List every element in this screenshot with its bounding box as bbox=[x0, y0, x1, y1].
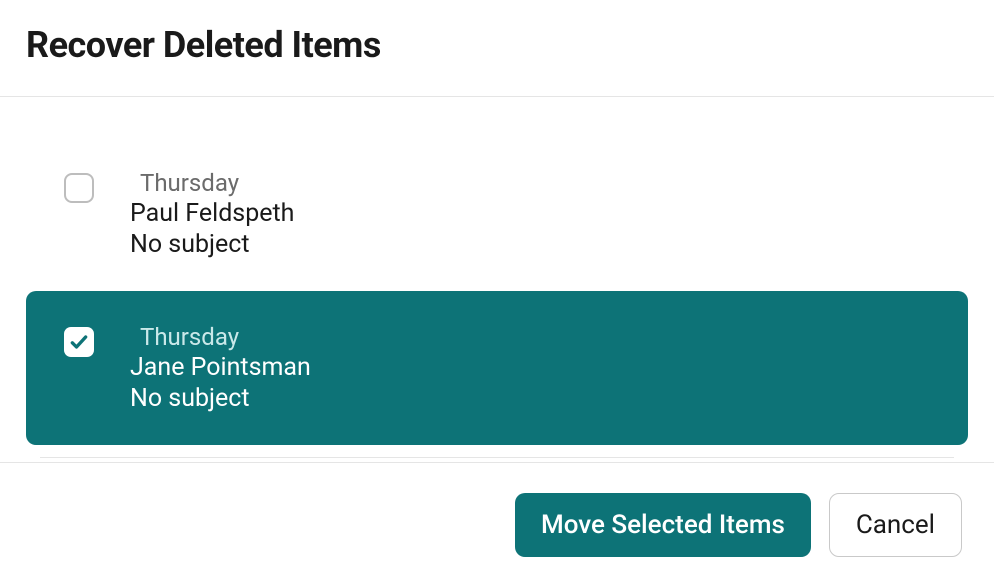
item-subject: No subject bbox=[130, 230, 294, 259]
dialog-footer: Move Selected Items Cancel bbox=[0, 462, 994, 581]
divider bbox=[40, 457, 954, 458]
item-checkbox[interactable] bbox=[64, 327, 94, 357]
move-selected-button[interactable]: Move Selected Items bbox=[515, 493, 811, 557]
dialog-header: Recover Deleted Items bbox=[0, 0, 994, 97]
deleted-item-row[interactable]: Thursday Jane Pointsman No subject bbox=[26, 291, 968, 445]
item-sender: Jane Pointsman bbox=[130, 353, 311, 382]
item-date: Thursday bbox=[130, 323, 311, 351]
item-sender: Paul Feldspeth bbox=[130, 199, 294, 228]
items-list: Thursday Paul Feldspeth No subject Thurs… bbox=[0, 97, 994, 458]
item-content: Thursday Jane Pointsman No subject bbox=[130, 323, 311, 413]
deleted-item-row[interactable]: Thursday Paul Feldspeth No subject bbox=[26, 137, 968, 291]
item-checkbox[interactable] bbox=[64, 173, 94, 203]
checkmark-icon bbox=[69, 332, 89, 352]
item-subject: No subject bbox=[130, 384, 311, 413]
item-date: Thursday bbox=[130, 169, 294, 197]
item-content: Thursday Paul Feldspeth No subject bbox=[130, 169, 294, 259]
cancel-button[interactable]: Cancel bbox=[829, 493, 962, 557]
dialog-title: Recover Deleted Items bbox=[26, 24, 968, 66]
